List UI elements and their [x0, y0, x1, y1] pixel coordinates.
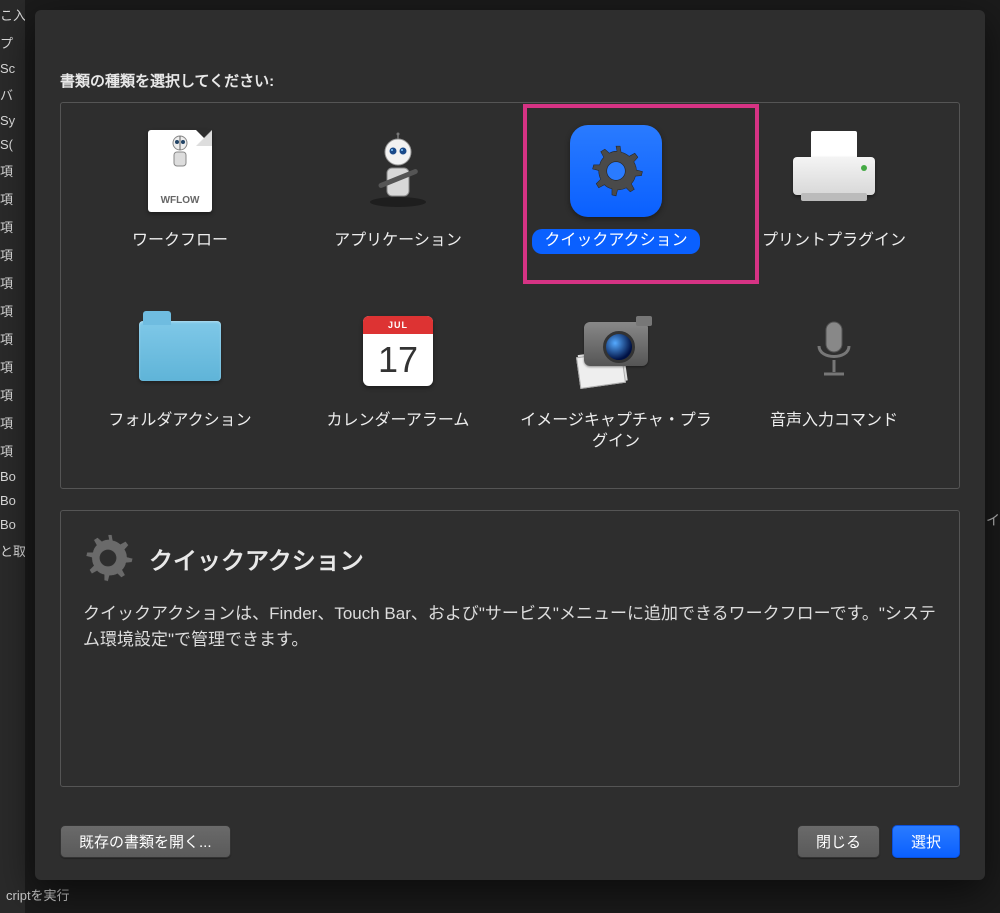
template-grid: WFLOW ワークフロー — [61, 103, 959, 483]
microphone-icon — [784, 301, 884, 401]
template-label: イメージキャプチャ・プラグイン — [507, 409, 725, 455]
template-workflow[interactable]: WFLOW ワークフロー — [71, 113, 289, 293]
close-button[interactable]: 閉じる — [797, 825, 880, 858]
template-label: フォルダアクション — [96, 409, 263, 434]
template-dictation-command[interactable]: 音声入力コマンド — [725, 293, 943, 473]
automator-app-icon — [348, 121, 448, 221]
description-body: クイックアクションは、Finder、Touch Bar、および"サービス"メニュ… — [61, 591, 959, 664]
workflow-document-icon: WFLOW — [130, 121, 230, 221]
template-quick-action[interactable]: クイックアクション — [507, 113, 725, 293]
description-title: クイックアクション — [149, 541, 364, 576]
right-hint: イ — [986, 510, 1000, 530]
template-calendar-alarm[interactable]: JUL17 カレンダーアラーム — [289, 293, 507, 473]
template-label: アプリケーション — [322, 229, 474, 254]
template-label: 音声入力コマンド — [758, 409, 910, 434]
description-box: クイックアクション クイックアクションは、Finder、Touch Bar、およ… — [60, 510, 960, 787]
choose-button[interactable]: 選択 — [892, 825, 960, 858]
background-sidebar: こ入プScバSyS(項項項項項項項項項項項BoBoBoと取 — [0, 0, 25, 913]
calendar-icon: JUL17 — [348, 301, 448, 401]
template-grid-box: WFLOW ワークフロー — [60, 102, 960, 489]
printer-icon — [784, 121, 884, 221]
template-print-plugin[interactable]: プリントプラグイン — [725, 113, 943, 293]
prompt-label: 書類の種類を選択してください: — [60, 70, 274, 91]
template-label: カレンダーアラーム — [315, 409, 482, 434]
template-label: プリントプラグイン — [750, 229, 918, 254]
template-folder-action[interactable]: フォルダアクション — [71, 293, 289, 473]
button-row: 既存の書類を開く... 閉じる 選択 — [60, 825, 960, 858]
status-bar: criptを実行 — [0, 881, 76, 913]
open-existing-button[interactable]: 既存の書類を開く... — [60, 825, 231, 858]
folder-icon — [130, 301, 230, 401]
template-application[interactable]: アプリケーション — [289, 113, 507, 293]
gear-icon — [79, 529, 137, 587]
template-label: ワークフロー — [120, 229, 240, 254]
camera-icon — [566, 301, 666, 401]
quick-action-icon — [566, 121, 666, 221]
template-image-capture-plugin[interactable]: イメージキャプチャ・プラグイン — [507, 293, 725, 473]
template-chooser-sheet: 書類の種類を選択してください: WFLOW ワークフロー — [35, 10, 985, 880]
template-label: クイックアクション — [532, 229, 699, 254]
